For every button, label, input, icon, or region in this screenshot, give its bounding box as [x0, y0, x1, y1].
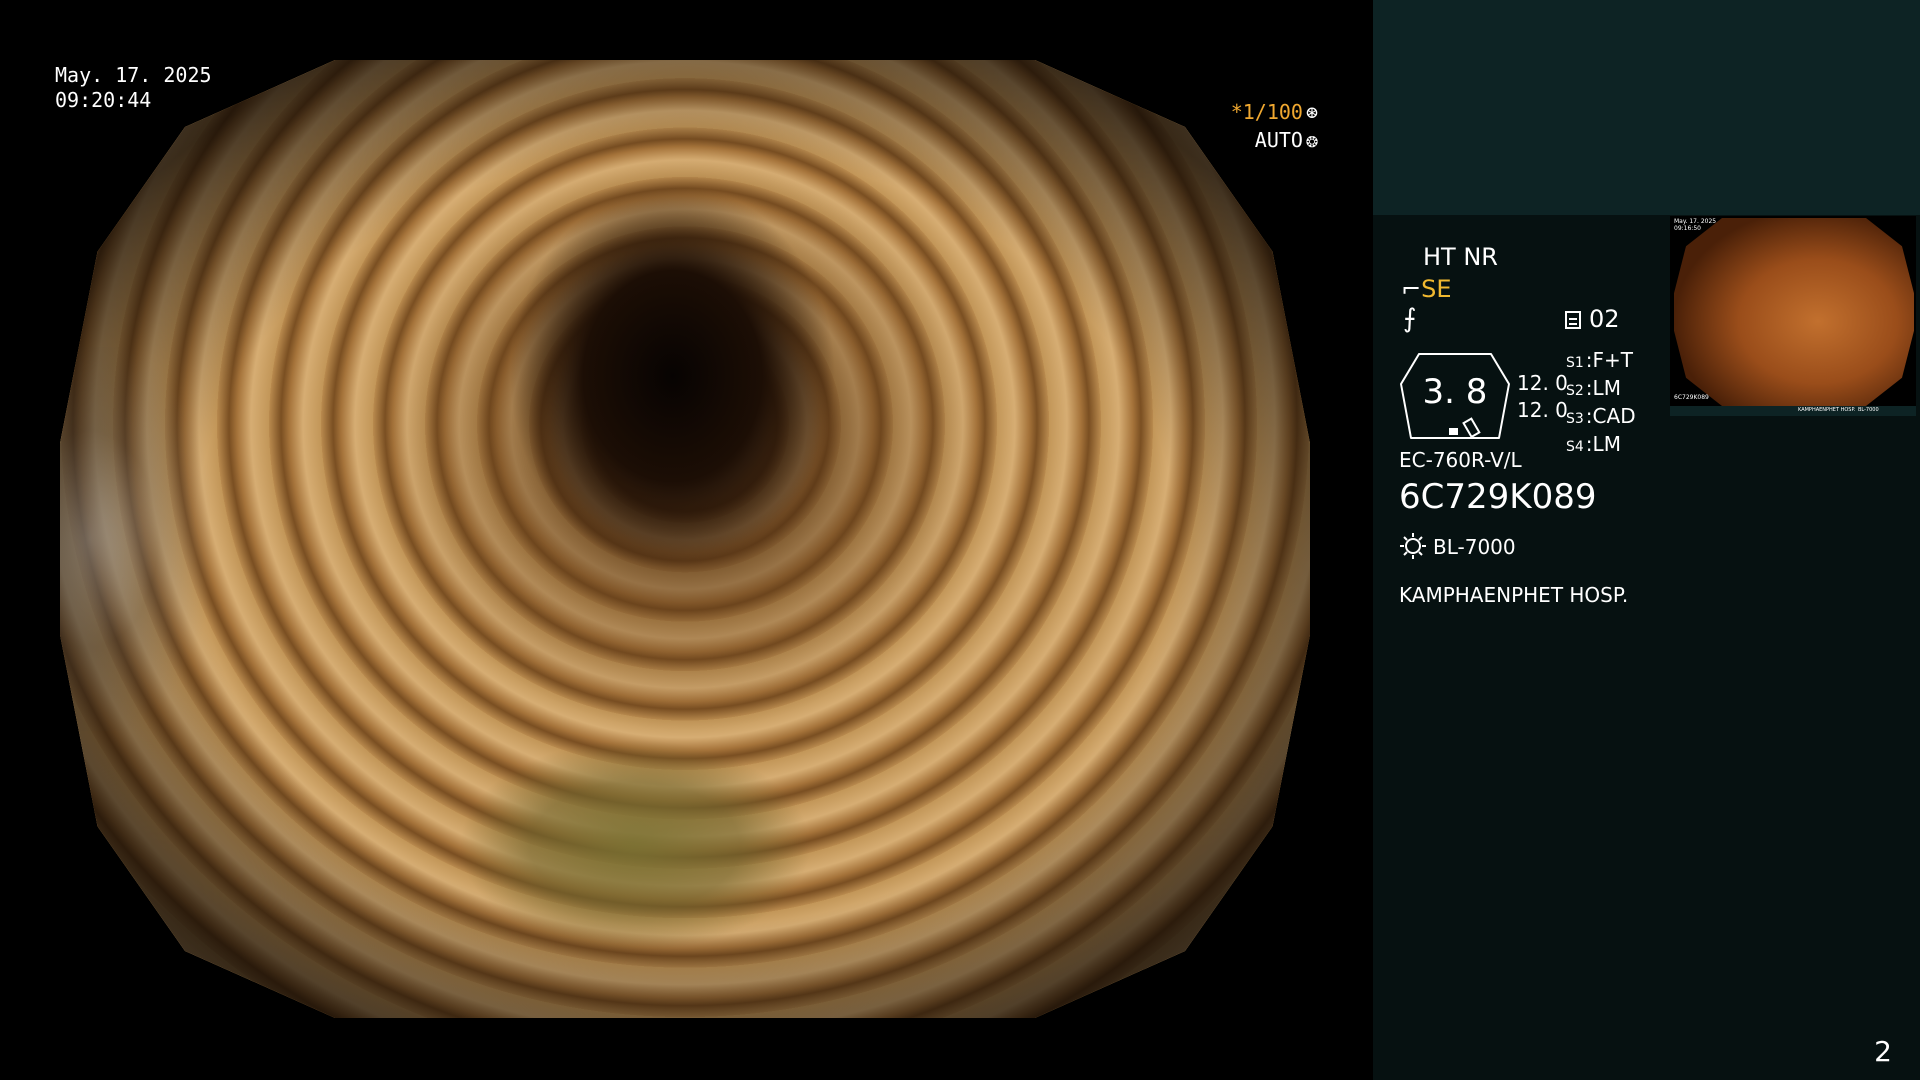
se-label: SE: [1421, 275, 1452, 303]
scope-switch-row: S1:F+T: [1566, 348, 1634, 372]
scope-model: EC-760R-V/L: [1399, 448, 1522, 472]
light-source-icon: [1400, 533, 1426, 559]
gauge-value: 3. 8: [1422, 372, 1488, 412]
preset-number: 02: [1589, 305, 1620, 333]
thumbnail-serial: 6C729K089: [1674, 394, 1709, 401]
preset-icon: [1565, 311, 1581, 329]
thumbnail-footer: [1670, 406, 1916, 416]
value-2: 12. 0: [1517, 398, 1568, 422]
function-icon: ⨍: [1403, 304, 1417, 334]
exposure-info: *1/100 ⊛ AUTO ❂: [1231, 98, 1318, 154]
scope-switch-row: S3:CAD: [1566, 404, 1636, 428]
mucus-reflection: [60, 347, 210, 731]
gain-values: 12. 0 12. 0: [1517, 370, 1568, 424]
iris-icon: ❂: [1305, 128, 1318, 152]
value-1: 12. 0: [1517, 371, 1568, 395]
thumbnail-hospital: KAMPHAENPHET HOSP.: [1798, 407, 1856, 413]
thumbnail-light: BL-7000: [1858, 407, 1879, 413]
shutter-icon: ⊛: [1305, 100, 1318, 124]
timestamp: May. 17. 2025 09:20:44: [55, 63, 212, 113]
captured-thumbnail[interactable]: May. 17. 2025 09:16:50 6C729K089 KAMPHAE…: [1670, 216, 1916, 416]
image-modes: HT NR: [1423, 243, 1498, 271]
light-source: BL-7000: [1399, 532, 1516, 561]
shutter-speed: *1/100: [1230, 100, 1303, 124]
scope-switch-row: S2:LM: [1566, 376, 1621, 400]
scope-switch-settings: S1:F+T S2:LM S3:CAD S4:LM: [1566, 348, 1636, 460]
scope-switch-row: S4:LM: [1566, 432, 1621, 456]
structure-enhancement: ⌐SE: [1401, 274, 1452, 304]
scope-serial: 6C729K089: [1399, 477, 1597, 517]
hospital-name: KAMPHAENPHET HOSP.: [1399, 583, 1629, 607]
endoscope-view: May. 17. 2025 09:20:44 *1/100 ⊛ AUTO ❂: [0, 0, 1373, 1080]
light-source-model: BL-7000: [1433, 535, 1516, 559]
info-panel: HT NR ⌐SE ⨍ 02 3. 8 12. 0 12. 0 S1:F+T S…: [1373, 0, 1920, 1080]
iris-mode: AUTO: [1254, 128, 1303, 152]
thumbnail-timestamp: May. 17. 2025 09:16:50: [1674, 218, 1717, 232]
panel-header-block: [1373, 0, 1920, 215]
page-number: 2: [1874, 1035, 1892, 1068]
enhancement-icon: ⌐: [1401, 275, 1422, 303]
preset-indicator: 02: [1565, 304, 1620, 334]
date-text: May. 17. 2025: [55, 63, 212, 87]
colon-lumen-image: [60, 60, 1310, 1018]
thumbnail-image: [1674, 218, 1914, 406]
time-text: 09:20:44: [55, 88, 152, 112]
